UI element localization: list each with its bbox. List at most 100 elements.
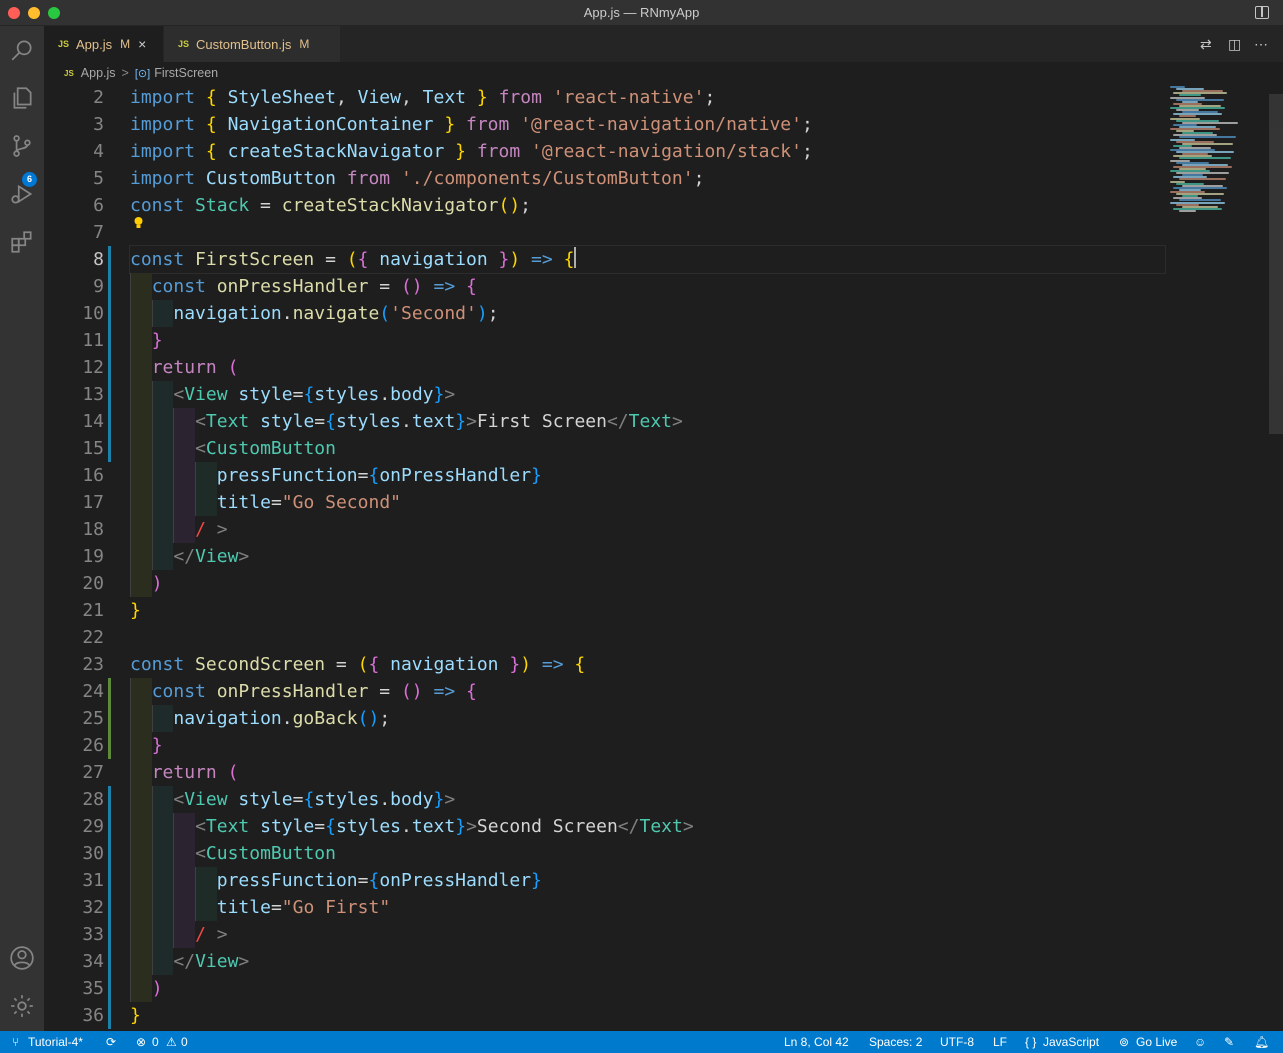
code-line: <CustomButton [130, 435, 1165, 462]
more-actions-icon[interactable]: ⋯ [1254, 36, 1268, 53]
language-mode[interactable]: JavaScript [1043, 1035, 1099, 1049]
line-number: 26 [82, 735, 104, 756]
error-icon: ⊗ [136, 1035, 147, 1049]
indentation[interactable]: Spaces: 2 [869, 1035, 922, 1049]
open-changes-icon[interactable]: ⇄ [1200, 36, 1212, 53]
git-modified-indicator [108, 786, 111, 1029]
line-number: 9 [93, 276, 104, 297]
broadcast-icon: ⊚ [1119, 1035, 1130, 1049]
line-number: 12 [82, 357, 104, 378]
code-line: } [130, 1005, 141, 1026]
code-editor[interactable]: 2 3 4 5 6 7 8 9 10 11 12 13 14 15 16 17 18 19 20 21 22 23 24 25… [44, 84, 1283, 1031]
line-number: 11 [82, 330, 104, 351]
code-line: <View style={styles.body}> [130, 786, 1165, 813]
minimap-line [1179, 178, 1226, 181]
code-line: return ( [130, 354, 1165, 381]
copilot-icon[interactable]: ☺ [1194, 1035, 1206, 1049]
editor-tab-bar: JS App.js M × JS CustomButton.js M ⇄ ◫ ⋯ [44, 26, 1283, 62]
code-line: </View> [130, 543, 1165, 570]
warning-count[interactable]: 0 [181, 1035, 188, 1049]
line-number: 29 [82, 816, 104, 837]
line-number: 34 [82, 951, 104, 972]
breadcrumb-file[interactable]: App.js [81, 66, 116, 80]
line-number: 23 [82, 654, 104, 675]
git-modified-indicator [108, 246, 111, 462]
tab-custombutton-js[interactable]: JS CustomButton.js M [164, 26, 340, 62]
code-line: import { StyleSheet, View, Text } from '… [130, 87, 716, 108]
line-number: 18 [82, 519, 104, 540]
git-branch[interactable]: Tutorial-4* [28, 1035, 83, 1049]
explorer-icon[interactable] [8, 84, 36, 112]
javascript-file-icon: JS [64, 68, 74, 78]
modified-indicator: M [299, 37, 310, 51]
error-count[interactable]: 0 [152, 1035, 159, 1049]
source-control-icon[interactable] [8, 132, 36, 160]
line-number: 32 [82, 897, 104, 918]
line-number: 4 [93, 141, 104, 162]
code-line: <CustomButton [130, 840, 1165, 867]
line-number: 6 [93, 195, 104, 216]
code-line: } [130, 600, 141, 621]
close-tab-icon[interactable]: × [138, 36, 146, 52]
line-number: 19 [82, 546, 104, 567]
line-number: 7 [93, 222, 104, 243]
code-line: / > [130, 516, 1165, 543]
breadcrumb: JS App.js > [⊙] FirstScreen [44, 62, 1283, 84]
search-icon[interactable] [8, 36, 36, 64]
end-of-line[interactable]: LF [993, 1035, 1007, 1049]
feedback-icon[interactable]: ✎ [1224, 1035, 1234, 1049]
go-live-button[interactable]: Go Live [1136, 1035, 1177, 1049]
encoding[interactable]: UTF-8 [940, 1035, 974, 1049]
settings-gear-icon[interactable] [8, 992, 36, 1020]
line-number: 8 [93, 249, 104, 270]
line-number-gutter: 2 3 4 5 6 7 8 9 10 11 12 13 14 15 16 17 18 19 20 21 22 23 24 25… [44, 84, 108, 1029]
code-line: import { NavigationContainer } from '@re… [130, 114, 813, 135]
vertical-scrollbar[interactable] [1269, 94, 1283, 434]
line-number: 27 [82, 762, 104, 783]
line-number: 14 [82, 411, 104, 432]
line-number: 22 [82, 627, 104, 648]
tab-label: App.js [76, 36, 113, 52]
line-number: 33 [82, 924, 104, 945]
sync-icon[interactable]: ⟳ [106, 1035, 116, 1049]
language-braces-icon: { } [1025, 1035, 1037, 1049]
git-branch-icon: ⑂ [12, 1035, 20, 1049]
code-line: ) [130, 975, 1165, 1002]
line-number: 17 [82, 492, 104, 513]
code-line: navigation.goBack(); [130, 705, 1165, 732]
line-number: 16 [82, 465, 104, 486]
line-number: 31 [82, 870, 104, 891]
window-title: App.js — RNmyApp [583, 5, 700, 20]
code-line: const SecondScreen = ({ navigation }) =>… [130, 654, 586, 675]
accounts-icon[interactable] [8, 944, 36, 972]
line-number: 24 [82, 681, 104, 702]
javascript-file-icon: JS [58, 39, 70, 49]
code-line: pressFunction={onPressHandler} [130, 867, 1165, 894]
split-editor-icon[interactable]: ◫ [1228, 36, 1241, 53]
line-number: 21 [82, 600, 104, 621]
code-line: </View> [130, 948, 1165, 975]
text-cursor [574, 247, 576, 268]
git-added-indicator [108, 678, 111, 759]
layout-toggle-icon[interactable] [1255, 6, 1269, 19]
code-line: title="Go Second" [130, 489, 1165, 516]
line-number: 35 [82, 978, 104, 999]
code-line: const Stack = createStackNavigator(); [130, 195, 532, 216]
cursor-position[interactable]: Ln 8, Col 42 [784, 1035, 849, 1049]
line-number: 3 [93, 114, 104, 135]
code-line: import CustomButton from './components/C… [130, 168, 705, 189]
run-debug-icon[interactable] [8, 180, 36, 208]
code-content[interactable]: import { StyleSheet, View, Text } from '… [129, 84, 1166, 1029]
code-line: <Text style={styles.text}>Second Screen<… [130, 813, 1165, 840]
tab-app-js[interactable]: JS App.js M × [44, 26, 163, 62]
notifications-bell-icon[interactable]: 🔔︎ [1254, 1035, 1269, 1049]
minimap[interactable] [1166, 84, 1266, 214]
breadcrumb-symbol[interactable]: FirstScreen [154, 66, 218, 80]
line-number: 15 [82, 438, 104, 459]
code-line: import { createStackNavigator } from '@r… [130, 141, 813, 162]
code-line: pressFunction={onPressHandler} [130, 462, 1165, 489]
line-number: 5 [93, 168, 104, 189]
extensions-icon[interactable] [8, 228, 36, 256]
tab-label: CustomButton.js [196, 36, 292, 52]
breadcrumb-separator: > [121, 66, 129, 80]
